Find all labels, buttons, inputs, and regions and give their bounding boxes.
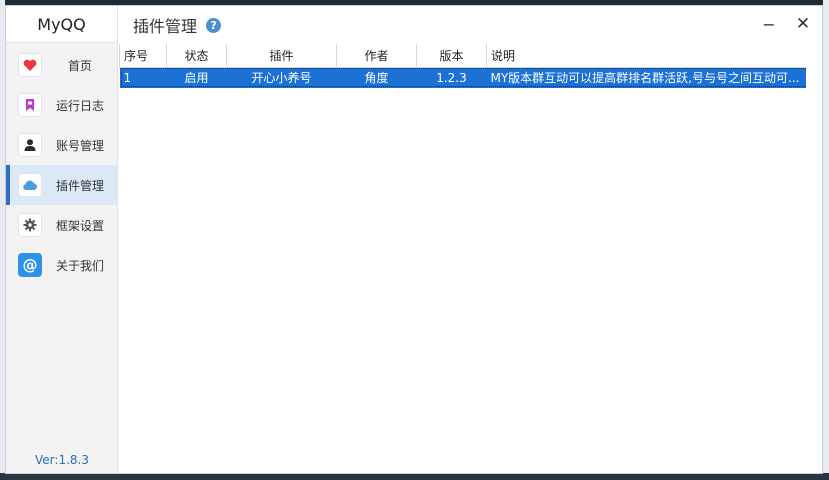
- sidebar-item-label: 框架设置: [56, 218, 105, 233]
- user-icon: [18, 133, 42, 157]
- cell-index: 1: [119, 67, 167, 88]
- column-header-status[interactable]: 状态: [166, 44, 227, 68]
- sidebar-item-label: 运行日志: [56, 98, 105, 113]
- sidebar-item-label: 账号管理: [56, 138, 105, 153]
- title-bar: 插件管理 ? − ✕: [118, 6, 822, 44]
- cell-author: 角度: [336, 67, 417, 88]
- close-button[interactable]: ✕: [794, 14, 812, 34]
- column-header-index[interactable]: 序号: [119, 44, 167, 68]
- minimize-button[interactable]: −: [760, 15, 778, 34]
- column-header-author[interactable]: 作者: [336, 44, 417, 68]
- bookmark-icon: [18, 93, 42, 117]
- cell-version: 1.2.3: [416, 67, 487, 88]
- sidebar-item-label: 关于我们: [56, 258, 105, 273]
- sidebar: MyQQ 首页 运行日志 账号管理 插件管理 框架设置 @ 关于我们 Ver:1…: [6, 6, 118, 473]
- cell-plugin: 开心小养号: [226, 67, 337, 88]
- at-icon: @: [18, 253, 42, 277]
- cloud-icon: [18, 173, 42, 197]
- plugin-table: 序号 状态 插件 作者 版本 说明 1 启用 开心小养号 角度 1.2.3 MY…: [119, 44, 809, 473]
- column-header-plugin[interactable]: 插件: [226, 44, 337, 68]
- taskbar-strip: [0, 473, 829, 480]
- cell-description: MY版本群互动可以提高群排名群活跃,号与号之间互动可...: [486, 67, 809, 88]
- table-row[interactable]: 1 启用 开心小养号 角度 1.2.3 MY版本群互动可以提高群排名群活跃,号与…: [119, 67, 809, 88]
- table-header-row: 序号 状态 插件 作者 版本 说明: [119, 44, 809, 68]
- cell-status: 启用: [166, 67, 227, 88]
- sidebar-item-home[interactable]: 首页: [6, 45, 117, 85]
- column-header-description[interactable]: 说明: [486, 44, 809, 68]
- page-title: 插件管理: [133, 17, 198, 36]
- version-label: Ver:1.8.3: [35, 453, 89, 467]
- table-scrollbar[interactable]: [806, 44, 822, 473]
- desktop-background-right: [823, 0, 829, 480]
- sidebar-nav: 首页 运行日志 账号管理 插件管理 框架设置 @ 关于我们: [6, 45, 117, 285]
- sidebar-item-label: 首页: [68, 58, 93, 73]
- sidebar-item-settings[interactable]: 框架设置: [6, 205, 117, 245]
- help-icon[interactable]: ?: [206, 17, 222, 33]
- app-name: MyQQ: [6, 6, 117, 43]
- sidebar-item-about[interactable]: @ 关于我们: [6, 245, 117, 285]
- sidebar-item-accounts[interactable]: 账号管理: [6, 125, 117, 165]
- sidebar-item-plugins[interactable]: 插件管理: [6, 165, 117, 205]
- sidebar-item-label: 插件管理: [56, 178, 105, 193]
- app-window: MyQQ 首页 运行日志 账号管理 插件管理 框架设置 @ 关于我们 Ver:1…: [5, 5, 823, 474]
- gear-icon: [18, 213, 42, 237]
- column-header-version[interactable]: 版本: [416, 44, 487, 68]
- sidebar-item-logs[interactable]: 运行日志: [6, 85, 117, 125]
- heart-icon: [18, 53, 42, 77]
